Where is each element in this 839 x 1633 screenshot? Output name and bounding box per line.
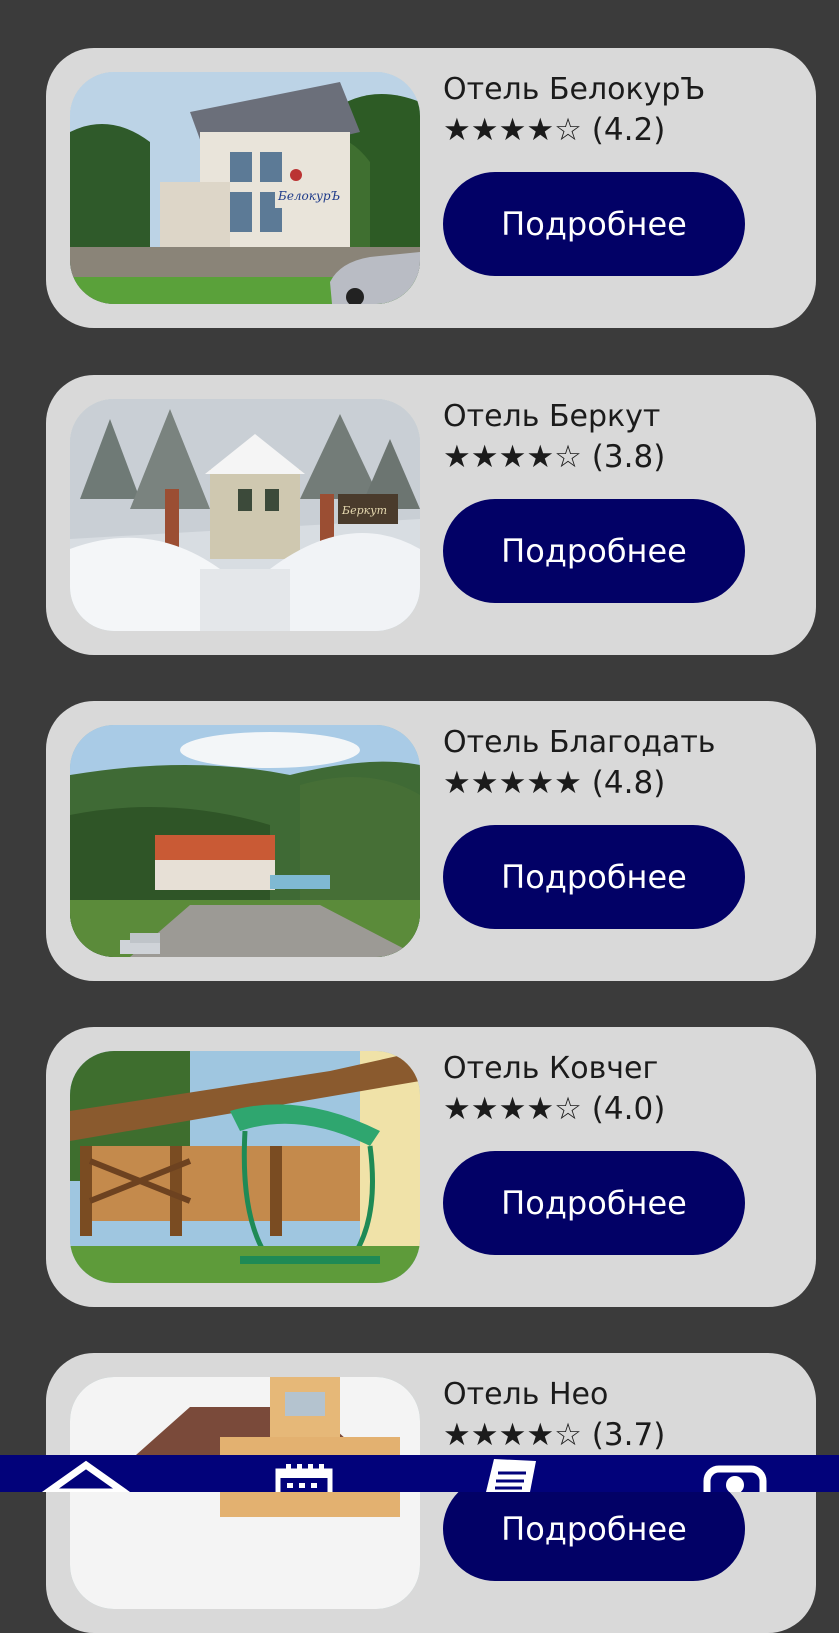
hotel-rating: ★★★★☆ (3.7)	[443, 1417, 666, 1453]
hotel-name: Отель Беркут	[443, 399, 661, 434]
hotel-card: Отель Ковчег ★★★★☆ (4.0) Подробнее	[46, 1027, 816, 1307]
details-button[interactable]: Подробнее	[443, 499, 745, 603]
nav-calendar[interactable]	[254, 1455, 354, 1492]
nav-profile[interactable]	[685, 1455, 785, 1492]
hotel-rating: ★★★★☆ (4.2)	[443, 112, 666, 148]
document-icon	[486, 1459, 536, 1492]
details-button[interactable]: Подробнее	[443, 172, 745, 276]
hotel-photo	[70, 1051, 420, 1283]
hotel-rating: ★★★★☆ (4.0)	[443, 1091, 666, 1127]
hotel-card: Отель Нео ★★★★☆ (3.7) Подробнее	[46, 1353, 816, 1633]
details-button[interactable]: Подробнее	[443, 1477, 745, 1581]
bottom-navigation	[0, 1455, 839, 1492]
hotel-name: Отель БелокурЪ	[443, 72, 706, 107]
hotel-photo: Беркут	[70, 399, 420, 631]
hotel-photo	[70, 725, 420, 957]
home-icon	[41, 1460, 131, 1492]
hotel-rating: ★★★★★ (4.8)	[443, 765, 666, 801]
hotel-sign-text: Беркут	[341, 504, 387, 517]
hotel-rating: ★★★★☆ (3.8)	[443, 439, 666, 475]
hotel-card: Отель Благодать ★★★★★ (4.8) Подробнее	[46, 701, 816, 981]
calendar-icon	[275, 1464, 333, 1492]
details-button[interactable]: Подробнее	[443, 825, 745, 929]
hotel-sign-text: БелокурЪ	[277, 189, 340, 203]
hotel-name: Отель Благодать	[443, 725, 716, 760]
hotel-photo: БелокурЪ	[70, 72, 420, 304]
hotel-card: Беркут Отель Беркут ★★★★☆ (3.8) Подробне…	[46, 375, 816, 655]
hotel-name: Отель Нео	[443, 1377, 609, 1412]
details-button[interactable]: Подробнее	[443, 1151, 745, 1255]
nav-home[interactable]	[36, 1455, 136, 1492]
hotel-card: БелокурЪ Отель БелокурЪ ★★★★☆ (4.2) Подр…	[46, 48, 816, 328]
nav-documents[interactable]	[460, 1455, 560, 1492]
hotel-photo	[70, 1377, 420, 1609]
hotel-name: Отель Ковчег	[443, 1051, 659, 1086]
profile-icon	[703, 1465, 767, 1492]
